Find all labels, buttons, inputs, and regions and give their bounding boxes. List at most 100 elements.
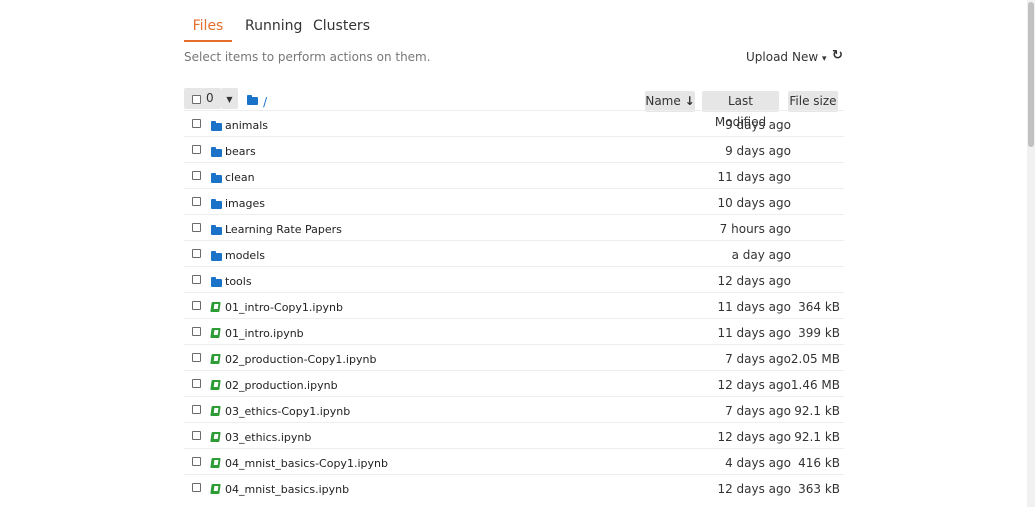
item-checkbox[interactable] (192, 197, 201, 206)
item-name-link[interactable]: bears (225, 145, 256, 158)
item-last-modified: 7 hours ago (719, 222, 791, 236)
item-name-link[interactable]: 04_mnist_basics.ipynb (225, 483, 349, 496)
item-checkbox[interactable] (192, 327, 201, 336)
list-item[interactable]: bears 9 days ago (0, 138, 850, 164)
notebook-icon (210, 432, 221, 442)
item-checkbox[interactable] (192, 145, 201, 154)
item-name-link[interactable]: tools (225, 275, 252, 288)
item-checkbox[interactable] (192, 353, 201, 362)
notebook-icon (210, 302, 221, 312)
item-last-modified: 4 days ago (725, 456, 791, 470)
new-dropdown-button[interactable]: New ▾ (792, 50, 827, 64)
list-item[interactable]: images 10 days ago (0, 190, 850, 216)
list-item[interactable]: 01_intro.ipynb 11 days ago 399 kB (0, 320, 850, 346)
caret-down-icon: ▼ (226, 95, 233, 104)
select-dropdown-button[interactable]: ▼ (221, 88, 238, 109)
item-file-size: 1.46 MB (790, 378, 840, 392)
tab-clusters[interactable]: Clusters (313, 12, 370, 40)
notebook-icon (210, 328, 221, 338)
item-checkbox[interactable] (192, 431, 201, 440)
item-file-size: 416 kB (798, 456, 840, 470)
tab-files[interactable]: Files (184, 12, 232, 42)
row-divider (184, 162, 844, 163)
item-last-modified: 7 days ago (725, 352, 791, 366)
sort-file-size-button[interactable]: File size (788, 91, 838, 112)
row-divider (184, 292, 844, 293)
item-last-modified: 12 days ago (717, 482, 791, 496)
item-name-link[interactable]: Learning Rate Papers (225, 223, 342, 236)
list-item[interactable]: 04_mnist_basics-Copy1.ipynb 4 days ago 416… (0, 450, 850, 476)
select-all-control[interactable]: 0 (184, 88, 221, 109)
notebook-icon (210, 458, 221, 468)
item-name-link[interactable]: 02_production-Copy1.ipynb (225, 353, 376, 366)
list-item[interactable]: 02_production.ipynb 12 days ago 1.46 MB (0, 372, 850, 398)
item-name-link[interactable]: 03_ethics-Copy1.ipynb (225, 405, 350, 418)
sort-name-label: Name (645, 94, 681, 108)
folder-icon (211, 225, 222, 235)
item-file-size: 399 kB (798, 326, 840, 340)
item-checkbox[interactable] (192, 223, 201, 232)
row-divider (184, 214, 844, 215)
chevron-down-icon: ▾ (822, 54, 827, 64)
breadcrumb-root[interactable]: / (263, 95, 267, 109)
upload-button[interactable]: Upload (746, 50, 788, 64)
item-last-modified: 7 days ago (725, 404, 791, 418)
item-file-size: 92.1 kB (794, 404, 840, 418)
list-item[interactable]: animals 9 days ago (0, 112, 850, 138)
item-checkbox[interactable] (192, 249, 201, 258)
breadcrumb[interactable]: / (247, 91, 267, 110)
folder-icon (211, 173, 222, 183)
item-file-size: 364 kB (798, 300, 840, 314)
folder-icon (211, 251, 222, 261)
scrollbar-thumb[interactable] (1028, 2, 1034, 147)
item-last-modified: 12 days ago (717, 274, 791, 288)
item-last-modified: 12 days ago (717, 430, 791, 444)
list-item[interactable]: models a day ago (0, 242, 850, 268)
item-checkbox[interactable] (192, 275, 201, 284)
item-checkbox[interactable] (192, 457, 201, 466)
item-name-link[interactable]: 02_production.ipynb (225, 379, 338, 392)
item-name-link[interactable]: models (225, 249, 265, 262)
item-last-modified: 9 days ago (725, 118, 791, 132)
item-file-size: 92.1 kB (794, 430, 840, 444)
sort-last-modified-button[interactable]: Last Modified (702, 91, 779, 129)
item-name-link[interactable]: 03_ethics.ipynb (225, 431, 311, 444)
item-name-link[interactable]: animals (225, 119, 268, 132)
item-file-size: 363 kB (798, 482, 840, 496)
scrollbar[interactable] (1027, 0, 1035, 507)
item-name-link[interactable]: 01_intro-Copy1.ipynb (225, 301, 343, 314)
item-last-modified: a day ago (731, 248, 791, 262)
item-checkbox[interactable] (192, 119, 201, 128)
folder-icon (211, 147, 222, 157)
list-item[interactable]: 03_ethics.ipynb 12 days ago 92.1 kB (0, 424, 850, 450)
selected-count: 0 (206, 91, 214, 105)
list-item[interactable]: clean 11 days ago (0, 164, 850, 190)
folder-icon (247, 95, 258, 105)
list-item[interactable]: 04_mnist_basics.ipynb 12 days ago 363 kB (0, 476, 850, 502)
item-checkbox[interactable] (192, 405, 201, 414)
item-name-link[interactable]: clean (225, 171, 255, 184)
selection-hint: Select items to perform actions on them. (184, 50, 431, 64)
row-divider (184, 188, 844, 189)
list-item[interactable]: tools 12 days ago (0, 268, 850, 294)
item-file-size: 2.05 MB (790, 352, 840, 366)
item-checkbox[interactable] (192, 483, 201, 492)
item-name-link[interactable]: 01_intro.ipynb (225, 327, 304, 340)
item-checkbox[interactable] (192, 301, 201, 310)
list-item[interactable]: 03_ethics-Copy1.ipynb 7 days ago 92.1 kB (0, 398, 850, 424)
list-item[interactable]: Learning Rate Papers 7 hours ago (0, 216, 850, 242)
row-divider (184, 240, 844, 241)
item-checkbox[interactable] (192, 171, 201, 180)
row-divider (184, 370, 844, 371)
tab-running[interactable]: Running (245, 12, 302, 40)
row-divider (184, 396, 844, 397)
select-all-checkbox[interactable] (192, 95, 201, 104)
item-checkbox[interactable] (192, 379, 201, 388)
item-name-link[interactable]: 04_mnist_basics-Copy1.ipynb (225, 457, 388, 470)
item-last-modified: 11 days ago (717, 170, 791, 184)
list-item[interactable]: 01_intro-Copy1.ipynb 11 days ago 364 kB (0, 294, 850, 320)
refresh-icon[interactable]: ↻ (832, 48, 843, 63)
list-item[interactable]: 02_production-Copy1.ipynb 7 days ago 2.05 … (0, 346, 850, 372)
sort-name-button[interactable]: Name ↓ (645, 91, 695, 112)
item-name-link[interactable]: images (225, 197, 265, 210)
